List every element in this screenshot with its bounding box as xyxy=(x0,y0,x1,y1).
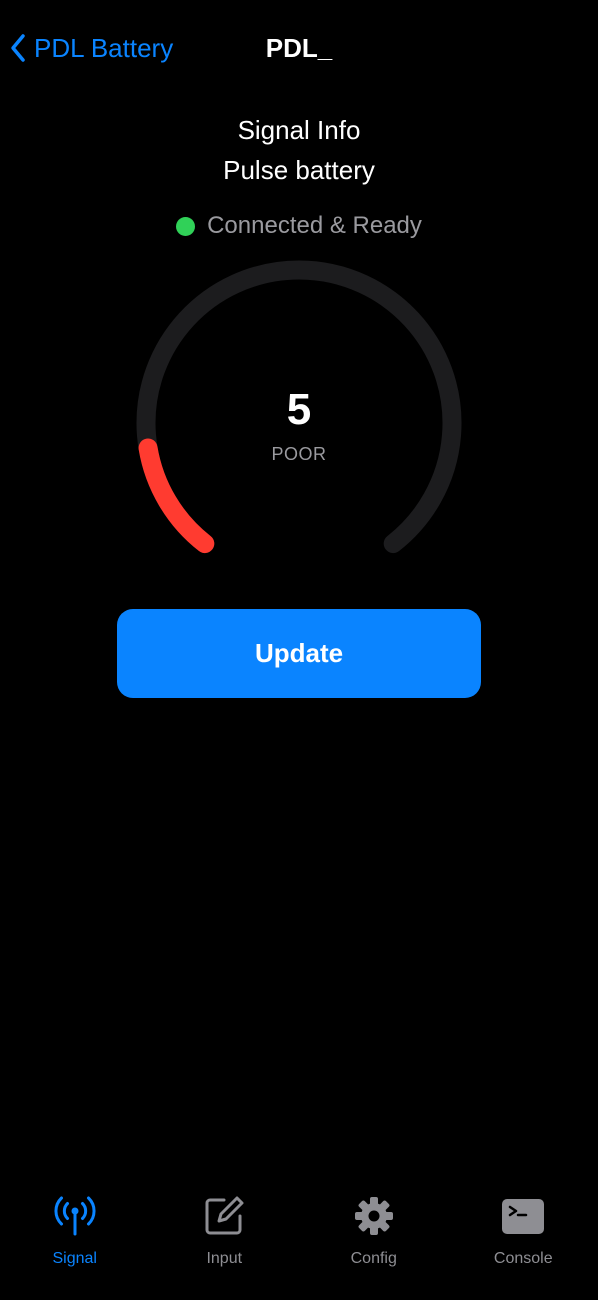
gauge-rating: POOR xyxy=(271,444,327,464)
tab-console[interactable]: Console xyxy=(449,1190,598,1300)
tab-label: Console xyxy=(493,1250,553,1267)
tab-label: Config xyxy=(350,1250,397,1267)
navigation-bar: PDL Battery PDL_ xyxy=(0,0,598,96)
section-title: Signal Info xyxy=(237,115,361,145)
terminal-icon xyxy=(501,1190,545,1242)
edit-icon xyxy=(202,1190,246,1242)
status-dot-icon xyxy=(176,216,196,236)
status-text: Connected & Ready xyxy=(207,212,422,239)
tab-config[interactable]: Config xyxy=(299,1190,449,1300)
page-title: PDL_ xyxy=(265,33,333,63)
connection-status: Connected & Ready xyxy=(0,206,598,246)
section-subtitle: Pulse battery xyxy=(223,155,375,185)
tab-bar: Signal Input Config Console xyxy=(0,1190,598,1300)
heading-block: Signal Info Pulse battery xyxy=(0,110,598,190)
antenna-icon xyxy=(53,1190,97,1242)
tab-label: Signal xyxy=(52,1250,97,1267)
signal-gauge: 5 POOR xyxy=(124,248,474,568)
gear-icon xyxy=(352,1190,396,1242)
tab-signal[interactable]: Signal xyxy=(0,1190,150,1300)
tab-label: Input xyxy=(206,1250,243,1267)
tab-input[interactable]: Input xyxy=(150,1190,300,1300)
gauge-value: 5 xyxy=(286,385,312,434)
update-button[interactable]: Update xyxy=(117,609,481,698)
